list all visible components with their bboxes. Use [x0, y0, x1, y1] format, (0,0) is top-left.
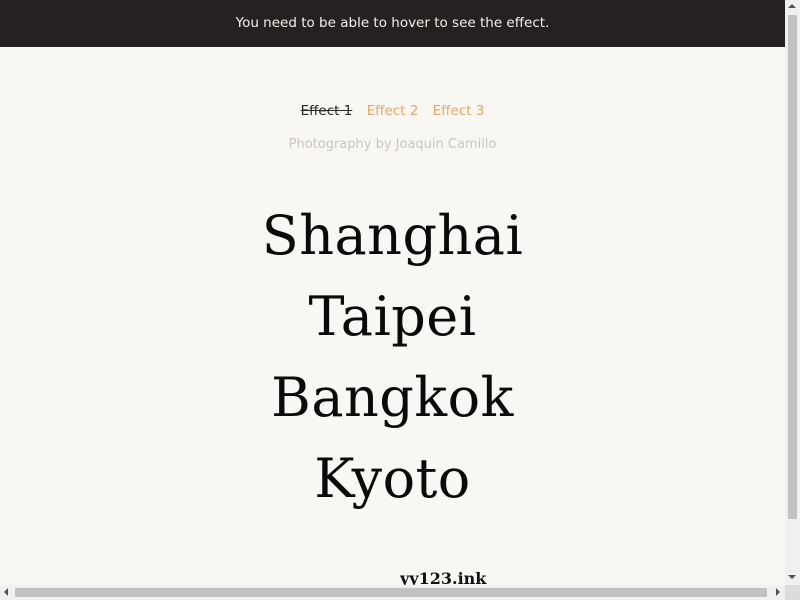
watermark-text: yy123.ink [400, 569, 487, 585]
scroll-left-arrow-icon[interactable] [4, 588, 8, 596]
vertical-scrollbar-thumb[interactable] [788, 15, 797, 519]
city-list: Shanghai Taipei Bangkok Kyoto [0, 195, 785, 519]
effects-nav: Effect 1 Effect 2 Effect 3 [0, 103, 785, 119]
vertical-scrollbar[interactable] [785, 0, 800, 585]
scroll-up-arrow-icon[interactable] [788, 4, 796, 8]
horizontal-scrollbar-thumb[interactable] [15, 588, 767, 597]
scroll-right-arrow-icon[interactable] [776, 588, 780, 596]
city-item-taipei[interactable]: Taipei [0, 276, 785, 357]
scrollbar-corner [785, 585, 800, 600]
city-item-kyoto[interactable]: Kyoto [0, 438, 785, 519]
horizontal-scrollbar[interactable] [0, 585, 785, 600]
hover-notice-bar: You need to be able to hover to see the … [0, 0, 785, 47]
effect-2-link[interactable]: Effect 2 [367, 103, 419, 119]
photography-credit: Photography by Joaquin Camillo [288, 137, 497, 152]
city-item-bangkok[interactable]: Bangkok [0, 357, 785, 438]
scroll-down-arrow-icon[interactable] [788, 575, 796, 579]
effect-3-link[interactable]: Effect 3 [433, 103, 485, 119]
effect-1-link[interactable]: Effect 1 [301, 103, 353, 119]
page-viewport: You need to be able to hover to see the … [0, 0, 785, 585]
city-item-shanghai[interactable]: Shanghai [0, 195, 785, 276]
